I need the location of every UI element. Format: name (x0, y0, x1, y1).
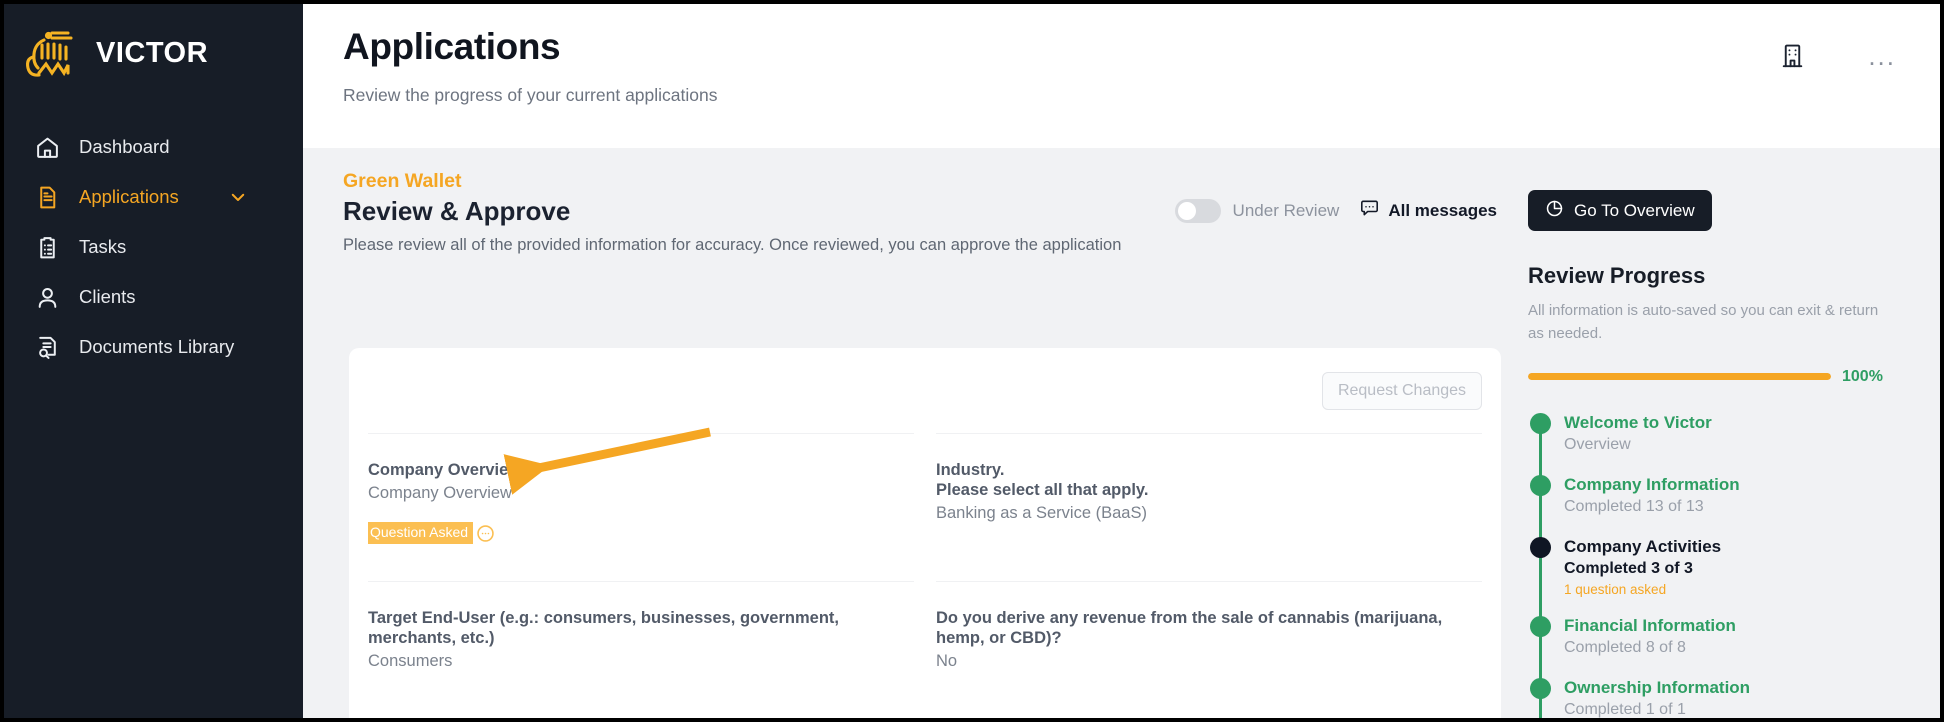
timeline-step-name: Company Activities (1564, 536, 1722, 556)
document-search-icon (34, 334, 60, 360)
application-description: Please review all of the provided inform… (343, 236, 1122, 254)
timeline-step-name: Welcome to Victor (1564, 412, 1712, 432)
pie-chart-icon (1545, 199, 1564, 223)
building-icon[interactable] (1779, 42, 1806, 69)
sidebar-item-clients[interactable]: Clients (4, 272, 303, 322)
progress-track (1528, 373, 1831, 380)
question-label-line2: Please select all that apply. (936, 481, 1149, 500)
application-panel: Green Wallet Review & Approve Please rev… (303, 148, 1505, 718)
question-row: Target End-User (e.g.: consumers, busine… (368, 581, 1482, 718)
user-icon (34, 284, 60, 310)
client-name: Green Wallet (343, 170, 462, 192)
question-cell: Do you derive any revenue from the sale … (936, 581, 1482, 718)
sidebar-item-documents-library[interactable]: Documents Library (4, 322, 303, 372)
status-label: Under Review (1232, 201, 1340, 220)
question-value: Company Overview (368, 484, 512, 503)
timeline-step-status: Completed 13 of 13 (1564, 497, 1704, 515)
go-to-overview-label: Go To Overview (1574, 200, 1695, 220)
toggle-knob (1177, 202, 1196, 220)
review-progress-description: All information is auto-saved so you can… (1528, 302, 1879, 343)
all-messages-label: All messages (1388, 201, 1497, 220)
ellipsis-icon[interactable]: ... (1868, 40, 1896, 71)
sidebar-item-label: Tasks (79, 236, 127, 257)
timeline-step-status: Completed 8 of 8 (1564, 638, 1686, 656)
sidebar-nav: Dashboard Applications Tasks Clients Doc… (4, 122, 303, 372)
question-value: Consumers (368, 652, 453, 671)
question-label: Company Overview (368, 461, 522, 479)
question-label-line1: Industry. (936, 461, 1005, 479)
chevron-down-icon[interactable] (229, 188, 247, 206)
status-row: Under Review All messages (1174, 198, 1497, 224)
review-progress-title: Review Progress (1528, 263, 1706, 288)
review-card: Request Changes Company Overview Company… (349, 348, 1501, 718)
progress-bar: 100% (1528, 368, 1926, 386)
progress-percent-label: 100% (1842, 367, 1883, 385)
timeline-step[interactable]: Financial Information Completed 8 of 8 (1530, 615, 1926, 659)
progress-fill (1528, 373, 1831, 380)
timeline-step-dot (1530, 615, 1551, 637)
timeline-step-note: 1 question asked (1564, 581, 1667, 597)
question-cell: Industry. Please select all that apply. … (936, 433, 1482, 581)
question-value: No (936, 652, 958, 671)
timeline-step-dot (1530, 536, 1551, 558)
document-icon (34, 184, 60, 210)
card-toolbar: Request Changes (368, 348, 1482, 433)
under-review-toggle[interactable] (1174, 199, 1221, 223)
page-title: Applications (343, 26, 561, 67)
main-area: Applications Review the progress of your… (303, 4, 1940, 718)
timeline-step-name: Company Information (1564, 474, 1740, 494)
page-header: Applications Review the progress of your… (303, 4, 1940, 148)
question-label: Target End-User (e.g.: consumers, busine… (368, 609, 839, 648)
home-icon (34, 134, 60, 160)
timeline-step-dot (1530, 474, 1551, 496)
timeline-step-name: Ownership Information (1564, 677, 1751, 697)
timeline-step[interactable]: Company Information Completed 13 of 13 (1530, 474, 1926, 518)
timeline-step-dot (1530, 412, 1551, 434)
sidebar-item-applications[interactable]: Applications (4, 172, 303, 222)
sidebar-item-tasks[interactable]: Tasks (4, 222, 303, 272)
timeline-step-status: Completed 3 of 3 (1564, 559, 1693, 577)
review-progress-rail: Go To Overview Review Progress All infor… (1528, 148, 1940, 718)
progress-timeline: Welcome to Victor Overview Company Informa… (1528, 412, 1926, 718)
timeline-step-status: Overview (1564, 435, 1631, 453)
question-cell: Target End-User (e.g.: consumers, busine… (368, 581, 914, 718)
brand-name: VICTOR (96, 36, 209, 69)
sidebar-item-label: Dashboard (79, 136, 170, 157)
timeline-step-dot (1530, 677, 1551, 699)
timeline-step[interactable]: Ownership Information Completed 1 of 1 (1530, 677, 1926, 718)
question-row: Company Overview Company Overview Questi… (368, 433, 1482, 581)
victor-lion-logo-icon (26, 31, 73, 77)
application-header: Green Wallet Review & Approve Please rev… (303, 148, 1505, 254)
question-cell: Company Overview Company Overview Questi… (368, 433, 914, 581)
timeline-step[interactable]: Welcome to Victor Overview (1530, 412, 1926, 456)
request-changes-button[interactable]: Request Changes (1322, 372, 1482, 410)
go-to-overview-button[interactable]: Go To Overview (1528, 190, 1712, 231)
timeline-step[interactable]: Company Activities Completed 3 of 3 1 ques… (1530, 536, 1926, 597)
timeline-connector (1539, 421, 1542, 718)
question-asked-badge[interactable]: Question Asked (368, 521, 914, 545)
brand-logo[interactable]: VICTOR (4, 4, 303, 80)
timeline-step-name: Financial Information (1564, 615, 1736, 635)
ellipsis-label: ... (1868, 40, 1896, 71)
sidebar-item-label: Documents Library (79, 336, 235, 357)
clipboard-icon (34, 234, 60, 260)
content-area: Green Wallet Review & Approve Please rev… (303, 148, 1940, 718)
chat-bubble-icon[interactable] (476, 524, 495, 543)
timeline-step-status: Completed 1 of 1 (1564, 700, 1686, 718)
page-subtitle: Review the progress of your current appl… (343, 85, 718, 105)
question-label: Do you derive any revenue from the sale … (936, 609, 1443, 648)
chat-bubble-icon (1359, 198, 1380, 224)
sidebar-item-label: Applications (79, 186, 179, 207)
sidebar: VICTOR Dashboard Applications Tasks Clie… (4, 4, 303, 718)
header-actions: ... (1779, 42, 1896, 69)
question-value: Banking as a Service (BaaS) (936, 504, 1147, 523)
sidebar-item-dashboard[interactable]: Dashboard (4, 122, 303, 172)
app-window: VICTOR Dashboard Applications Tasks Clie… (0, 0, 1944, 722)
all-messages-button[interactable]: All messages (1359, 198, 1497, 224)
sidebar-item-label: Clients (79, 286, 136, 307)
question-asked-label[interactable]: Question Asked (368, 521, 474, 545)
